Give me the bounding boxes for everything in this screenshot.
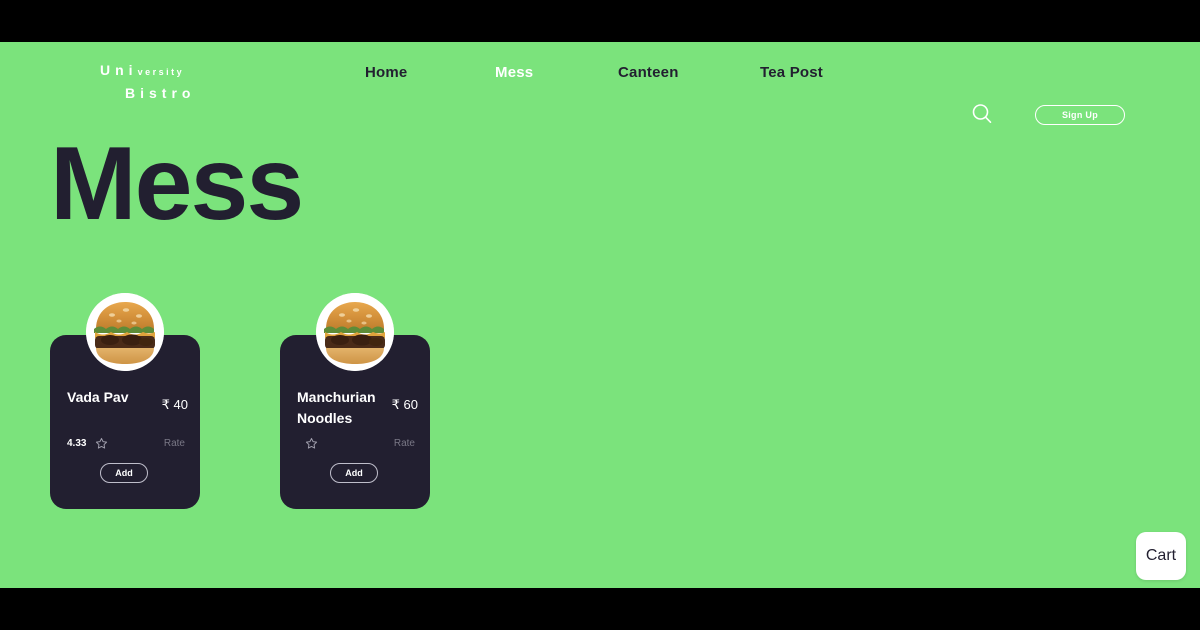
menu-card[interactable]: Vada Pav ₹ 40 4.33 Rate Add: [50, 293, 200, 509]
menu-card[interactable]: Manchurian Noodles ₹ 60 Rate Add: [280, 293, 430, 509]
menu-card-grid: Vada Pav ₹ 40 4.33 Rate Add Manchurian N…: [50, 293, 1150, 523]
brand-logo-bistro: Bistro: [125, 85, 196, 101]
signup-button[interactable]: Sign Up: [1035, 105, 1125, 125]
menu-item-rating-row: Rate: [297, 437, 415, 453]
nav-item-home[interactable]: Home: [365, 64, 407, 81]
menu-item-price: ₹ 60: [391, 397, 418, 412]
menu-item-name: Manchurian Noodles: [297, 389, 376, 426]
page-content: University Bistro Home Mess Canteen Tea …: [0, 42, 1200, 588]
primary-navigation: Home Mess Canteen Tea Post: [340, 64, 860, 94]
letterbox-top: [0, 0, 1200, 42]
nav-item-mess[interactable]: Mess: [495, 64, 533, 81]
brand-logo-uni: Uni: [100, 62, 138, 78]
menu-item-rating-row: 4.33 Rate: [67, 437, 185, 453]
menu-item-name: Vada Pav: [67, 389, 129, 405]
rate-label[interactable]: Rate: [394, 438, 415, 449]
brand-logo-versity: versity: [137, 67, 185, 77]
cart-button[interactable]: Cart: [1136, 532, 1186, 580]
page-title: Mess: [50, 126, 304, 242]
menu-item-thumbnail: [316, 293, 394, 371]
brand-logo[interactable]: University Bistro: [100, 62, 260, 101]
nav-item-canteen[interactable]: Canteen: [618, 64, 679, 81]
rating-value: 4.33: [67, 438, 87, 449]
star-outline-icon[interactable]: [95, 437, 108, 450]
burger-photo: [316, 293, 394, 371]
site-header: University Bistro Home Mess Canteen Tea …: [0, 42, 1200, 125]
menu-item-price: ₹ 40: [161, 397, 188, 412]
search-icon[interactable]: [968, 100, 996, 128]
menu-item-thumbnail: [86, 293, 164, 371]
add-to-cart-button[interactable]: Add: [100, 463, 148, 483]
letterbox-bottom: [0, 588, 1200, 630]
add-to-cart-button[interactable]: Add: [330, 463, 378, 483]
nav-item-tea-post[interactable]: Tea Post: [760, 64, 823, 81]
brand-logo-line-1: University: [100, 62, 260, 80]
rate-label[interactable]: Rate: [164, 438, 185, 449]
burger-photo: [86, 293, 164, 371]
star-outline-icon[interactable]: [305, 437, 318, 450]
browser-viewport: University Bistro Home Mess Canteen Tea …: [0, 0, 1200, 630]
